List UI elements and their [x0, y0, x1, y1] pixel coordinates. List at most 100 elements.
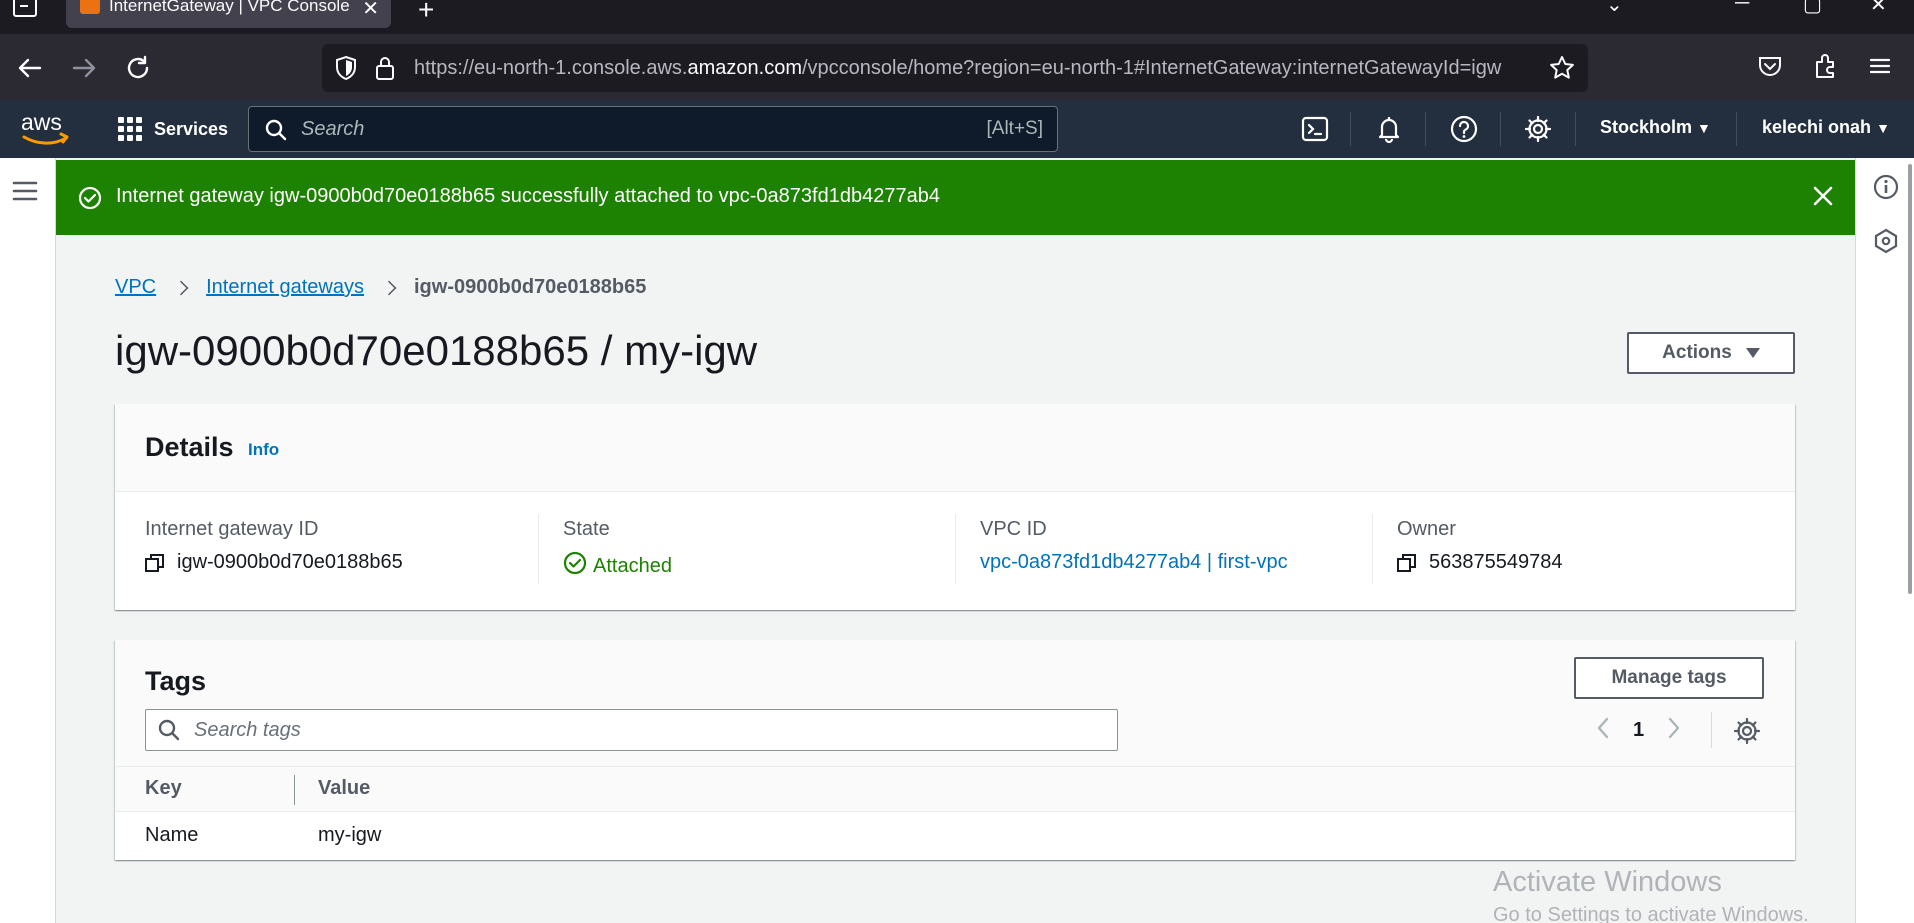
- services-menu-button[interactable]: Services: [118, 114, 228, 144]
- column-divider: [1372, 514, 1373, 584]
- next-page-icon[interactable]: [1666, 716, 1682, 745]
- user-name: kelechi onah: [1762, 117, 1872, 137]
- state-value: Attached: [593, 554, 672, 577]
- tags-title: Tags: [145, 666, 207, 696]
- success-flash-banner: Internet gateway igw-0900b0d70e0188b65 s…: [56, 160, 1855, 235]
- scrollbar-thumb[interactable]: [1908, 164, 1912, 594]
- minimize-icon[interactable]: ─: [1735, 0, 1749, 15]
- breadcrumb-internet-gateways-link[interactable]: Internet gateways: [206, 276, 364, 299]
- cloudshell-icon[interactable]: [1300, 114, 1330, 144]
- svg-text:aws: aws: [21, 109, 62, 135]
- info-link[interactable]: Info: [248, 440, 279, 460]
- browser-menu-icon[interactable]: [1866, 52, 1894, 85]
- current-page-number[interactable]: 1: [1633, 719, 1644, 742]
- field-label: VPC ID: [980, 518, 1047, 540]
- pagination-divider: [1711, 712, 1712, 748]
- field-label: State: [563, 518, 610, 540]
- feedback-hexagon-icon[interactable]: [1873, 228, 1899, 254]
- windows-activation-watermark: Activate Windows: [1493, 866, 1722, 898]
- field-value: 563875549784: [1397, 551, 1562, 574]
- grid-icon: [118, 117, 142, 141]
- search-shortcut: [Alt+S]: [986, 118, 1044, 139]
- tracking-shield-icon[interactable]: [334, 55, 358, 86]
- browser-navbar: https://eu-north-1.console.aws.amazon.co…: [0, 34, 1914, 100]
- region-selector[interactable]: Stockholm ▼: [1600, 117, 1711, 138]
- breadcrumb-current: igw-0900b0d70e0188b65: [414, 276, 647, 298]
- aws-search-bar[interactable]: Search [Alt+S]: [248, 106, 1058, 152]
- region-label: Stockholm: [1600, 117, 1693, 137]
- bookmark-star-icon[interactable]: [1548, 54, 1576, 87]
- details-container: Details Info Internet gateway ID igw-090…: [115, 404, 1795, 610]
- pagination: 1: [1595, 712, 1682, 748]
- field-internet-gateway-id: Internet gateway ID igw-0900b0d70e0188b6…: [145, 518, 403, 584]
- column-resizer[interactable]: [294, 775, 295, 805]
- url-bar[interactable]: https://eu-north-1.console.aws.amazon.co…: [322, 44, 1588, 92]
- maximize-icon[interactable]: ▢: [1803, 0, 1822, 17]
- previous-page-icon[interactable]: [1595, 716, 1611, 745]
- info-circle-icon[interactable]: [1873, 174, 1899, 200]
- pocket-icon[interactable]: [1756, 52, 1784, 85]
- hamburger-menu-icon[interactable]: [12, 178, 38, 209]
- browser-tab-strip: InternetGateway | VPC Console ✕ + ⌄ ─ ▢ …: [0, 0, 1914, 34]
- tags-search-input[interactable]: [194, 717, 1094, 743]
- chevron-down-icon[interactable]: ⌄: [1606, 0, 1623, 17]
- field-value: Attached: [563, 551, 672, 581]
- caret-down-icon: ▼: [1697, 120, 1711, 136]
- owner-value: 563875549784: [1429, 551, 1563, 573]
- windows-activation-hint: Go to Settings to activate Windows.: [1493, 904, 1809, 923]
- side-navigation-rail: [0, 158, 56, 923]
- browser-tab-title: InternetGateway | VPC Console: [109, 0, 350, 15]
- field-value: vpc-0a873fd1db4277ab4 | first-vpc: [980, 551, 1288, 574]
- new-tab-icon[interactable]: +: [418, 0, 434, 26]
- close-tab-icon[interactable]: ✕: [362, 0, 379, 21]
- reload-icon[interactable]: [122, 52, 154, 84]
- preferences-gear-icon[interactable]: [1732, 716, 1762, 746]
- column-header-value[interactable]: Value: [318, 777, 370, 800]
- actions-dropdown-button[interactable]: Actions: [1627, 332, 1795, 374]
- window-close-icon[interactable]: ✕: [1870, 0, 1887, 17]
- url-text[interactable]: https://eu-north-1.console.aws.amazon.co…: [414, 57, 1544, 80]
- services-label: Services: [154, 118, 229, 139]
- forward-icon[interactable]: [68, 52, 100, 84]
- field-label: Owner: [1397, 518, 1456, 540]
- breadcrumb-vpc-link[interactable]: VPC: [115, 276, 156, 299]
- caret-down-icon: ▼: [1876, 120, 1890, 136]
- settings-gear-icon[interactable]: [1523, 114, 1553, 144]
- copy-icon[interactable]: [1397, 553, 1417, 573]
- page-title: igw-0900b0d70e0188b65 / my-igw: [115, 327, 758, 374]
- field-value: igw-0900b0d70e0188b65: [145, 551, 403, 574]
- aws-search-placeholder: Search: [301, 118, 365, 140]
- details-header: Details Info: [115, 404, 1795, 492]
- caret-down-icon: [1745, 348, 1760, 358]
- notifications-bell-icon[interactable]: [1374, 114, 1404, 144]
- breadcrumb: VPC Internet gateways igw-0900b0d70e0188…: [115, 276, 646, 299]
- tag-key-cell: Name: [145, 824, 199, 846]
- tab-list-icon[interactable]: [12, 0, 38, 18]
- aws-logo[interactable]: aws: [20, 108, 72, 153]
- field-label: Internet gateway ID: [145, 518, 319, 540]
- column-divider: [955, 514, 956, 584]
- extensions-icon[interactable]: [1811, 52, 1839, 85]
- tags-table-header: Key Value: [115, 766, 1795, 812]
- field-state: State Attached: [563, 518, 672, 584]
- vpc-id-link[interactable]: vpc-0a873fd1db4277ab4 | first-vpc: [980, 551, 1288, 574]
- copy-icon[interactable]: [145, 553, 165, 573]
- details-title: Details: [145, 432, 234, 462]
- browser-tab-active[interactable]: InternetGateway | VPC Console ✕: [66, 0, 391, 28]
- account-menu[interactable]: kelechi onah ▼: [1762, 117, 1890, 138]
- lock-icon[interactable]: [374, 55, 396, 86]
- column-header-key[interactable]: Key: [145, 777, 182, 800]
- column-divider: [538, 514, 539, 584]
- url-suffix: /vpcconsole/home?region=eu-north-1#Inter…: [801, 57, 1502, 79]
- nav-divider: [1350, 112, 1351, 146]
- nav-divider: [1425, 112, 1426, 146]
- tags-search-field[interactable]: [145, 709, 1118, 751]
- search-icon: [158, 719, 180, 746]
- back-icon[interactable]: [14, 52, 46, 84]
- dismiss-close-icon[interactable]: [1811, 184, 1835, 213]
- flash-message: Internet gateway igw-0900b0d70e0188b65 s…: [116, 185, 940, 207]
- help-icon[interactable]: [1449, 114, 1479, 144]
- manage-tags-button[interactable]: Manage tags: [1574, 657, 1764, 699]
- nav-divider: [1575, 112, 1576, 146]
- url-domain: amazon.com: [687, 57, 802, 79]
